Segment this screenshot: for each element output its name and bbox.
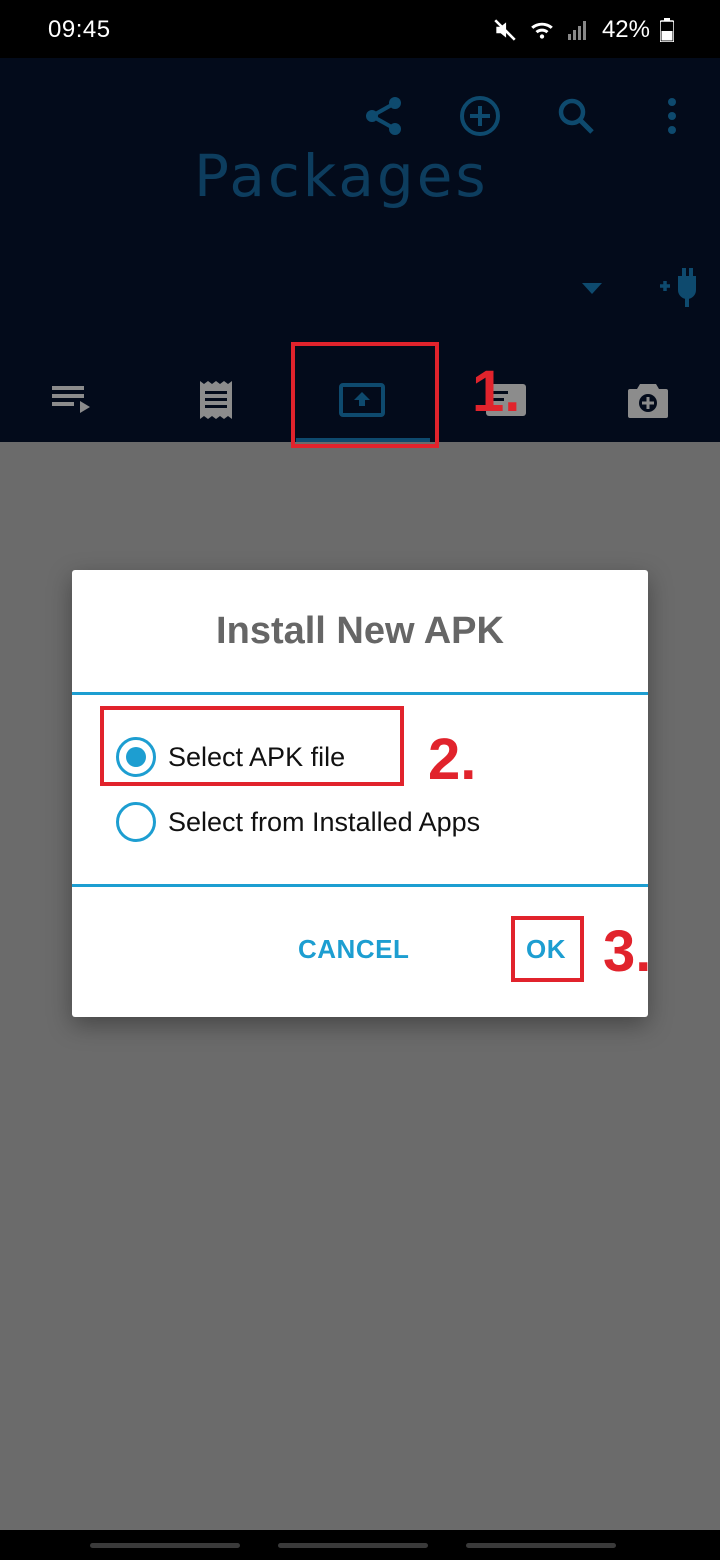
battery-icon	[660, 18, 674, 42]
nav-pill-center[interactable]	[278, 1543, 428, 1548]
nav-pill-right[interactable]	[466, 1543, 616, 1548]
annotation-box-2	[100, 706, 404, 786]
annotation-step-1: 1.	[472, 359, 521, 424]
status-time: 09:45	[48, 16, 111, 43]
radio-unchecked-icon[interactable]	[116, 802, 156, 842]
navigation-bar	[0, 1530, 720, 1560]
signal-icon	[567, 21, 586, 40]
mute-icon	[494, 19, 516, 41]
dialog-divider-top	[72, 692, 648, 695]
status-bar: 09:45 42%	[0, 0, 720, 58]
camera-icon	[628, 384, 668, 418]
status-icons: 42%	[492, 14, 674, 46]
annotation-box-1	[291, 342, 439, 448]
battery-percent: 42%	[601, 16, 650, 43]
search-icon[interactable]	[552, 92, 600, 140]
tab-receipt[interactable]	[156, 358, 276, 442]
annotation-step-2: 2.	[428, 727, 477, 792]
queue-icon	[52, 386, 90, 413]
annotation-box-3	[511, 916, 584, 982]
cancel-button[interactable]: CANCEL	[298, 934, 409, 965]
annotation-step-3: 3.	[603, 919, 652, 984]
wifi-icon	[531, 22, 553, 39]
option-label: Select from Installed Apps	[168, 806, 481, 837]
plug-icon[interactable]	[656, 268, 704, 308]
dialog-divider-bottom	[72, 884, 648, 887]
tab-queue[interactable]	[12, 358, 132, 442]
more-vert-icon[interactable]	[648, 92, 696, 140]
dialog-title: Install New APK	[216, 610, 504, 652]
receipt-icon	[200, 381, 232, 419]
tab-camera[interactable]	[588, 358, 708, 442]
dropdown-arrow-icon[interactable]	[580, 280, 604, 296]
share-icon[interactable]	[360, 92, 408, 140]
option-select-installed-apps[interactable]: Select from Installed Apps	[116, 797, 480, 847]
app-title: Packages	[194, 142, 489, 210]
add-circle-icon[interactable]	[456, 92, 504, 140]
nav-pill-left[interactable]	[90, 1543, 240, 1548]
